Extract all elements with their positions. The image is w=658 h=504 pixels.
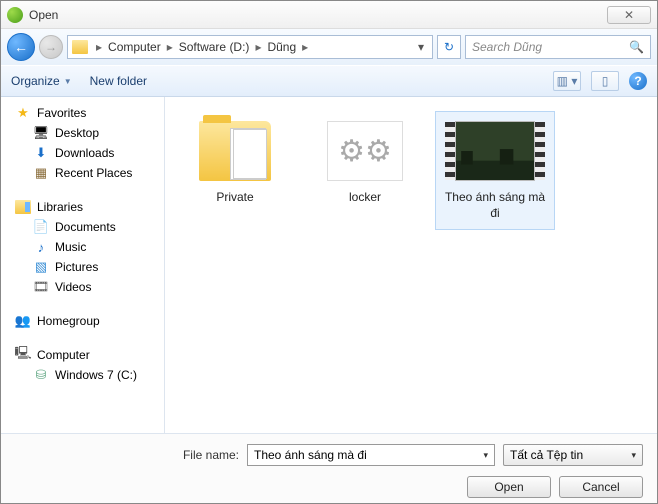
folder-icon bbox=[72, 40, 88, 54]
tree-group-homegroup: 👥 Homegroup bbox=[1, 311, 164, 331]
filetype-filter[interactable]: Tất cả Tệp tin ▾ bbox=[503, 444, 643, 466]
help-button[interactable]: ? bbox=[629, 72, 647, 90]
gears-thumb: ⚙⚙ bbox=[325, 118, 405, 184]
pictures-icon: ▧ bbox=[33, 259, 49, 275]
tree-group-libraries: Libraries 📄Documents ♪Music ▧Pictures 🎞V… bbox=[1, 197, 164, 297]
crumb-folder[interactable]: Dũng bbox=[265, 40, 298, 54]
nav-bar: ← → ▸ Computer ▸ Software (D:) ▸ Dũng ▸ … bbox=[1, 29, 657, 65]
tree-head-favorites[interactable]: ★ Favorites bbox=[1, 103, 164, 123]
sidebar-item-videos[interactable]: 🎞Videos bbox=[1, 277, 164, 297]
sidebar-item-recent[interactable]: ▦Recent Places bbox=[1, 163, 164, 183]
filter-value: Tất cả Tệp tin bbox=[510, 448, 583, 462]
file-label: locker bbox=[310, 190, 420, 206]
chevron-down-icon: ▾ bbox=[483, 450, 488, 461]
close-button[interactable]: ✕ bbox=[607, 6, 651, 24]
tree-group-favorites: ★ Favorites 🖥Desktop ⬇Downloads ▦Recent … bbox=[1, 103, 164, 183]
chevron-icon: ▸ bbox=[298, 40, 312, 54]
libraries-icon bbox=[15, 199, 31, 215]
sidebar-item-downloads[interactable]: ⬇Downloads bbox=[1, 143, 164, 163]
sidebar-item-documents[interactable]: 📄Documents bbox=[1, 217, 164, 237]
videos-icon: 🎞 bbox=[33, 279, 49, 295]
sidebar: ★ Favorites 🖥Desktop ⬇Downloads ▦Recent … bbox=[1, 97, 165, 433]
organize-button[interactable]: Organize ▼ bbox=[11, 74, 72, 88]
sidebar-item-music[interactable]: ♪Music bbox=[1, 237, 164, 257]
filename-label: File name: bbox=[183, 448, 239, 462]
chevron-down-icon: ▾ bbox=[631, 450, 636, 461]
footer: File name: Theo ánh sáng mà đi ▾ Tất cả … bbox=[1, 433, 657, 503]
chevron-icon: ▸ bbox=[92, 40, 106, 54]
file-label: Private bbox=[180, 190, 290, 206]
new-folder-button[interactable]: New folder bbox=[90, 74, 147, 88]
search-input[interactable]: Search Dũng 🔍 bbox=[465, 35, 651, 59]
folder-thumb bbox=[195, 118, 275, 184]
nav-forward-button[interactable]: → bbox=[39, 35, 63, 59]
chevron-icon: ▸ bbox=[251, 40, 265, 54]
view-mode-button[interactable]: ▥ ▾ bbox=[553, 71, 581, 91]
breadcrumb[interactable]: ▸ Computer ▸ Software (D:) ▸ Dũng ▸ ▾ bbox=[67, 35, 433, 59]
organize-label: Organize bbox=[11, 74, 60, 88]
homegroup-label: Homegroup bbox=[37, 314, 100, 328]
window-title: Open bbox=[29, 8, 607, 22]
computer-icon: 🖳 bbox=[15, 347, 31, 363]
file-item-video[interactable]: Theo ánh sáng mà đi bbox=[435, 111, 555, 230]
libraries-label: Libraries bbox=[37, 200, 83, 214]
recent-icon: ▦ bbox=[33, 165, 49, 181]
video-thumb bbox=[455, 118, 535, 184]
chevron-icon: ▸ bbox=[163, 40, 177, 54]
search-placeholder: Search Dũng bbox=[472, 40, 542, 54]
homegroup-icon: 👥 bbox=[15, 313, 31, 329]
search-icon: 🔍 bbox=[629, 40, 644, 54]
download-icon: ⬇ bbox=[33, 145, 49, 161]
computer-label: Computer bbox=[37, 348, 90, 362]
tree-head-computer[interactable]: 🖳 Computer bbox=[1, 345, 164, 365]
tree-head-homegroup[interactable]: 👥 Homegroup bbox=[1, 311, 164, 331]
refresh-button[interactable]: ↻ bbox=[437, 35, 461, 59]
sidebar-item-pictures[interactable]: ▧Pictures bbox=[1, 257, 164, 277]
sidebar-item-drive-c[interactable]: ⛁Windows 7 (C:) bbox=[1, 365, 164, 385]
document-icon: 📄 bbox=[33, 219, 49, 235]
tree-group-computer: 🖳 Computer ⛁Windows 7 (C:) bbox=[1, 345, 164, 385]
filename-value: Theo ánh sáng mà đi bbox=[254, 448, 367, 462]
tree-head-libraries[interactable]: Libraries bbox=[1, 197, 164, 217]
breadcrumb-dropdown[interactable]: ▾ bbox=[414, 40, 428, 54]
filename-input[interactable]: Theo ánh sáng mà đi ▾ bbox=[247, 444, 495, 466]
title-bar: Open ✕ bbox=[1, 1, 657, 29]
dialog-body: ★ Favorites 🖥Desktop ⬇Downloads ▦Recent … bbox=[1, 97, 657, 433]
favorites-label: Favorites bbox=[37, 106, 86, 120]
sidebar-item-desktop[interactable]: 🖥Desktop bbox=[1, 123, 164, 143]
file-list[interactable]: Private ⚙⚙ locker Theo ánh sáng mà đi bbox=[165, 97, 657, 433]
cancel-button[interactable]: Cancel bbox=[559, 476, 643, 498]
open-button[interactable]: Open bbox=[467, 476, 551, 498]
crumb-drive[interactable]: Software (D:) bbox=[177, 40, 252, 54]
music-icon: ♪ bbox=[33, 239, 49, 255]
drive-icon: ⛁ bbox=[33, 367, 49, 383]
crumb-computer[interactable]: Computer bbox=[106, 40, 163, 54]
star-icon: ★ bbox=[15, 105, 31, 121]
file-item-private[interactable]: Private bbox=[175, 111, 295, 215]
preview-pane-button[interactable]: ▯ bbox=[591, 71, 619, 91]
chevron-down-icon: ▼ bbox=[64, 77, 72, 86]
file-label: Theo ánh sáng mà đi bbox=[440, 190, 550, 221]
file-item-locker[interactable]: ⚙⚙ locker bbox=[305, 111, 425, 215]
desktop-icon: 🖥 bbox=[33, 125, 49, 141]
toolbar: Organize ▼ New folder ▥ ▾ ▯ ? bbox=[1, 65, 657, 97]
app-icon bbox=[7, 7, 23, 23]
nav-back-button[interactable]: ← bbox=[7, 33, 35, 61]
